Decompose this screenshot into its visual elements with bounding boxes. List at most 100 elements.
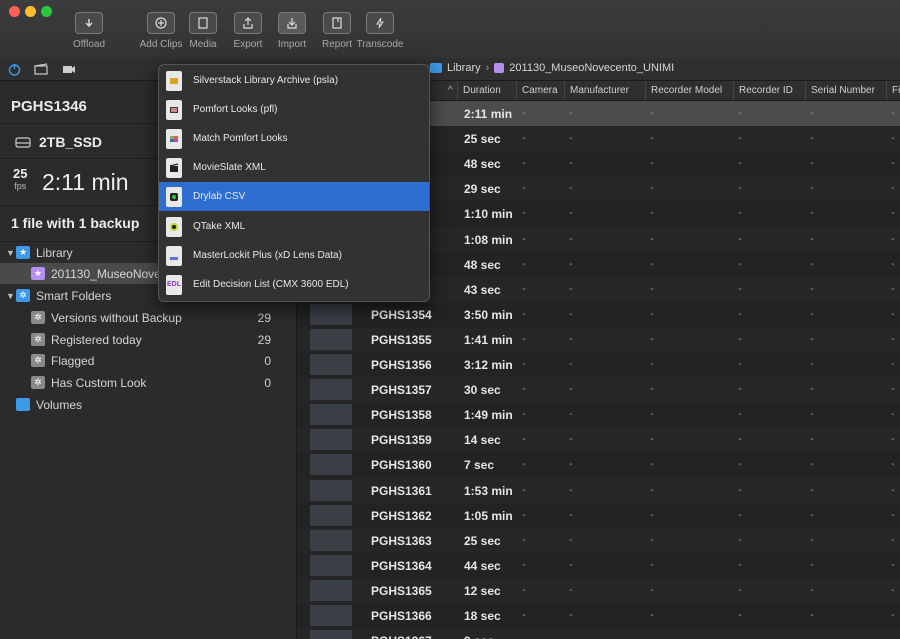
empty-cell: - [650,508,654,521]
minimize-window-button[interactable] [25,6,36,17]
table-row[interactable]: PGHS1359 14 sec - - - - - - [297,427,900,453]
empty-cell: - [569,508,573,521]
gear-icon: ✲ [31,311,45,324]
menu-item-masterlockit[interactable]: MasterLockit Plus (xD Lens Data) [159,241,429,270]
table-row[interactable]: PGHS1363 25 sec - - - - - - [297,527,900,553]
table-row[interactable]: PGHS1358 1:49 min - - - - - - [297,402,900,427]
clip-thumbnail [310,454,352,476]
clip-duration-cell: 18 sec [464,609,501,623]
empty-cell: - [891,508,895,521]
sort-indicator-icon[interactable]: ^ [443,81,454,100]
zoom-window-button[interactable] [41,6,52,17]
breadcrumb-library[interactable]: Library [447,62,481,74]
table-row[interactable]: PGHS1360 7 sec - - - - - - [297,452,900,477]
smart-folder-label: Flagged [51,353,95,368]
empty-cell: - [569,583,573,596]
smart-folder-item[interactable]: ✲ Versions without Backup 29 [0,307,296,328]
offload-button[interactable]: Offload [59,12,119,50]
fps-unit: fps [14,181,27,191]
empty-cell: - [891,332,895,345]
empty-cell: - [738,383,742,396]
column-header-serial-number[interactable]: Serial Number [805,81,886,100]
column-header-camera[interactable]: Camera [516,81,564,100]
clip-thumbnail [310,554,352,576]
empty-cell: - [569,232,573,245]
empty-cell: - [522,533,526,546]
empty-cell: - [522,609,526,621]
table-row[interactable]: PGHS1361 1:53 min - - - - - - [297,477,900,503]
menu-item-edl[interactable]: EDL Edit Decision List (CMX 3600 EDL) [159,270,429,299]
empty-cell: - [891,433,895,446]
empty-cell: - [569,408,573,421]
gear-icon: ✲ [31,354,45,367]
power-icon[interactable] [6,61,22,77]
empty-cell: - [810,433,814,446]
empty-cell: - [569,558,573,571]
empty-cell: - [810,257,814,270]
empty-cell: - [650,107,654,119]
smart-folder-item[interactable]: ✲ Registered today 29 [0,329,296,350]
table-row[interactable]: PGHS1356 3:12 min - - - - - - [297,352,900,377]
table-row[interactable]: PGHS1357 30 sec - - - - - - [297,377,900,403]
table-row[interactable]: PGHS1354 3:50 min - - - - - - [297,302,900,327]
clip-duration-cell: 7 sec [464,458,495,473]
report-icon [323,12,351,34]
menu-item-qtake[interactable]: QTake XML [159,212,429,241]
column-header-duration[interactable]: Duration [457,81,516,100]
menu-item-psla[interactable]: Silverstack Library Archive (psla) [159,66,429,95]
menu-item-movieslate[interactable]: MovieSlate XML [159,153,429,182]
empty-cell: - [738,558,742,571]
clip-name: PGHS1355 [371,332,432,347]
table-row[interactable]: PGHS1365 12 sec - - - - - - [297,577,900,603]
clip-thumbnail [310,328,352,350]
column-header-fi[interactable]: Fi [886,81,900,100]
smart-folder-count: 0 [264,353,271,368]
transcode-button[interactable]: Transcode [350,12,410,50]
menu-item-drylab[interactable]: Drylab CSV [159,182,429,211]
empty-cell: - [891,483,895,496]
empty-cell: - [810,182,814,195]
disclosure-triangle-icon[interactable]: ▼ [6,291,16,301]
empty-cell: - [522,182,526,195]
table-row[interactable]: PGHS1366 18 sec - - - - - - [297,603,900,628]
clip-duration-cell: 1:08 min [464,232,513,247]
menu-item-label: QTake XML [193,221,246,232]
drylab-file-icon [166,186,182,207]
gear-icon: ✲ [16,289,30,302]
library-star-icon: ★ [16,246,30,259]
pfl-file-icon [166,99,182,120]
column-header-recorder-model[interactable]: Recorder Model [645,81,733,100]
column-header-manufacturer[interactable]: Manufacturer [564,81,645,100]
close-window-button[interactable] [9,6,20,17]
empty-cell: - [569,358,573,370]
table-row[interactable]: PGHS1367 9 sec - - - - - - [297,628,900,639]
empty-cell: - [522,408,526,421]
smart-folder-item[interactable]: ✲ Has Custom Look 0 [0,372,296,393]
empty-cell: - [522,107,526,119]
table-row[interactable]: PGHS1355 1:41 min - - - - - - [297,326,900,352]
toolbar: Offload Add Clips Media Export Import Re… [0,0,900,59]
library-icon [494,63,505,73]
smart-folder-item[interactable]: ✲ Flagged 0 [0,350,296,371]
sidebar-item-volumes[interactable]: Volumes [0,394,296,415]
table-row[interactable]: PGHS1364 44 sec - - - - - - [297,553,900,578]
empty-cell: - [891,307,895,320]
import-icon [278,12,306,34]
table-row[interactable]: PGHS1362 1:05 min - - - - - - [297,503,900,528]
menu-item-pfl[interactable]: Pomfort Looks (pfl) [159,95,429,124]
clip-duration-cell: 1:41 min [464,332,513,347]
empty-cell: - [738,332,742,345]
empty-cell: - [522,232,526,245]
column-header-recorder-id[interactable]: Recorder ID [733,81,805,100]
camera-icon[interactable] [61,61,77,77]
clip-duration-cell: 12 sec [464,583,501,598]
disclosure-triangle-icon[interactable]: ▼ [6,248,16,258]
psla-file-icon [166,70,182,91]
fps-display: 25 fps [13,167,27,192]
menu-item-match-looks[interactable]: Match Pomfort Looks [159,124,429,153]
empty-cell: - [810,483,814,496]
breadcrumb-project[interactable]: 201130_MuseoNovecento_UNIMI [509,62,674,74]
empty-cell: - [810,533,814,546]
clapper-icon[interactable] [33,61,49,77]
clip-thumbnail [310,605,352,626]
